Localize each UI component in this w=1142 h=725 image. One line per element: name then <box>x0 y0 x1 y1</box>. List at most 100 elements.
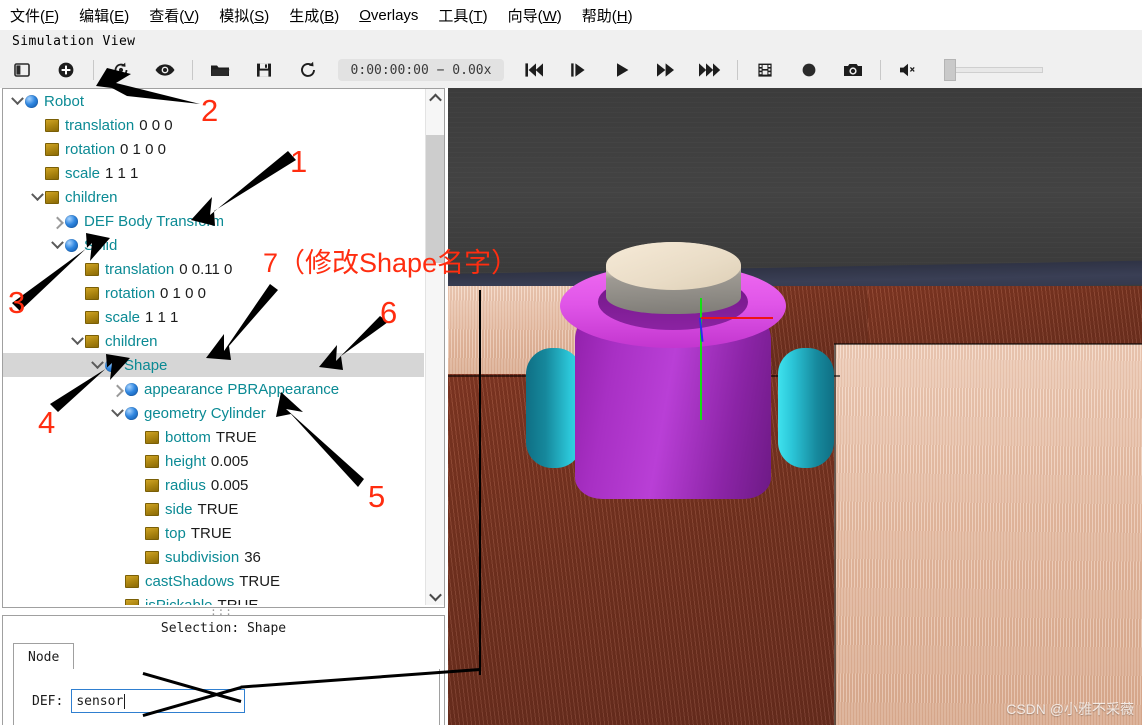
robot-wheel-left <box>526 348 582 468</box>
tree-row-12[interactable]: Shape <box>3 353 424 377</box>
fast-forward-icon[interactable] <box>651 56 681 84</box>
scene-tree-scrollbar[interactable] <box>425 89 444 605</box>
node-sphere-icon <box>65 214 78 228</box>
tree-row-value: 0 1 0 0 <box>120 140 166 158</box>
tree-row-17[interactable]: radius 0.005 <box>3 473 424 497</box>
volume-slider[interactable] <box>944 59 1043 81</box>
chevron-down-icon[interactable] <box>109 401 125 425</box>
menu-item-8[interactable]: 向导(W) <box>499 3 571 28</box>
annotation-7: 7（修改Shape名字） <box>263 248 519 278</box>
tree-row-19[interactable]: top TRUE <box>3 521 424 545</box>
chevron-down-icon[interactable] <box>89 353 105 377</box>
tree-row-value: 0.005 <box>210 452 249 470</box>
movie-record-icon[interactable] <box>750 56 780 84</box>
menu-item-7[interactable]: 工具(T) <box>429 3 496 28</box>
robot-wheel-right <box>778 348 834 468</box>
volume-slider-track[interactable] <box>956 67 1043 73</box>
menu-item-1[interactable]: 文件(F) <box>1 3 68 28</box>
rewind-icon[interactable] <box>519 56 549 84</box>
reload-world-icon[interactable] <box>106 56 136 84</box>
volume-slider-handle[interactable] <box>944 59 956 81</box>
tree-row-3[interactable]: rotation 0 1 0 0 <box>3 137 424 161</box>
tree-row-4[interactable]: scale 1 1 1 <box>3 161 424 185</box>
field-cube-icon <box>45 166 59 180</box>
chevron-right-icon[interactable] <box>49 209 65 233</box>
step-icon[interactable] <box>563 56 593 84</box>
tree-row-label: subdivision <box>165 548 240 566</box>
annotation-3: 3 <box>8 285 26 320</box>
axis-x-red <box>701 317 773 319</box>
tree-row-11[interactable]: children <box>3 329 424 353</box>
tree-row-value: TRUE <box>215 428 257 446</box>
reset-simulation-icon[interactable] <box>293 56 323 84</box>
screenshot-camera-icon[interactable] <box>838 56 868 84</box>
run-icon[interactable] <box>695 56 725 84</box>
tree-row-label: Solid <box>84 236 118 254</box>
tree-row-21[interactable]: castShadows TRUE <box>3 569 424 593</box>
tree-row-value: 36 <box>244 548 261 566</box>
record-dot-icon[interactable] <box>794 56 824 84</box>
tree-row-label: side <box>165 500 193 518</box>
add-node-icon[interactable] <box>51 56 81 84</box>
tree-row-6[interactable]: DEF Body Transform <box>3 209 424 233</box>
node-sphere-icon <box>125 382 138 396</box>
simulation-toolbar: 0:00:00:00 − 0.00x <box>0 52 1142 88</box>
tree-row-value: TRUE <box>239 572 281 590</box>
scrollbar-up-arrow[interactable] <box>426 89 444 107</box>
tree-row-15[interactable]: bottom TRUE <box>3 425 424 449</box>
selection-title: Selection: Shape <box>160 620 287 636</box>
tree-row-22[interactable]: isPickable TRUE <box>3 593 424 605</box>
menu-item-9[interactable]: 帮助(H) <box>573 3 642 28</box>
tree-row-9[interactable]: rotation 0 1 0 0 <box>3 281 424 305</box>
menu-item-4[interactable]: 模拟(S) <box>210 3 278 28</box>
play-icon[interactable] <box>607 56 637 84</box>
chevron-right-icon[interactable] <box>109 377 125 401</box>
open-world-icon[interactable] <box>205 56 235 84</box>
chevron-down-icon[interactable] <box>49 233 65 257</box>
toolbar-separator <box>880 60 881 80</box>
tree-row-20[interactable]: subdivision 36 <box>3 545 424 569</box>
tree-row-14[interactable]: geometry Cylinder <box>3 401 424 425</box>
tree-row-10[interactable]: scale 1 1 1 <box>3 305 424 329</box>
field-cube-icon <box>145 430 159 444</box>
scene-tree-panel[interactable]: Robot translation 0 0 0 rotation 0 1 0 0 scal… <box>2 88 445 608</box>
annotation-4: 4 <box>38 405 56 440</box>
field-cube-icon <box>125 598 139 605</box>
tree-row-label: height <box>165 452 206 470</box>
menu-item-3[interactable]: 查看(V) <box>140 3 208 28</box>
tree-row-label: Shape <box>124 356 168 374</box>
csdn-watermark: CSDN @小雅不采薇 <box>1006 701 1134 717</box>
menu-item-5[interactable]: 生成(B) <box>280 3 348 28</box>
simulation-3d-viewport[interactable]: CSDN @小雅不采薇 <box>448 88 1142 725</box>
chevron-down-icon[interactable] <box>29 185 45 209</box>
tree-row-18[interactable]: side TRUE <box>3 497 424 521</box>
tree-row-5[interactable]: children <box>3 185 424 209</box>
tree-row-label: radius <box>165 476 206 494</box>
tree-row-13[interactable]: appearance PBRAppearance <box>3 377 424 401</box>
save-world-icon[interactable] <box>249 56 279 84</box>
tree-row-16[interactable]: height 0.005 <box>3 449 424 473</box>
menu-item-6[interactable]: Overlays <box>350 5 427 26</box>
def-input-value: sensor <box>76 693 124 709</box>
node-sphere-icon <box>25 94 38 108</box>
tab-node[interactable]: Node <box>13 643 75 670</box>
tree-row-label: castShadows <box>145 572 235 590</box>
menu-item-2[interactable]: 编辑(E) <box>70 3 138 28</box>
chevron-down-icon[interactable] <box>69 329 85 353</box>
eye-visibility-icon[interactable] <box>150 56 180 84</box>
field-cube-icon <box>45 142 59 156</box>
scene-tree-list[interactable]: Robot translation 0 0 0 rotation 0 1 0 0 scal… <box>3 89 424 605</box>
scrollbar-down-arrow[interactable] <box>426 587 444 605</box>
tree-row-value: 0 0.11 0 <box>179 260 233 278</box>
sound-muted-icon[interactable] <box>893 56 923 84</box>
toggle-sidebar-icon[interactable] <box>7 56 37 84</box>
chevron-down-icon[interactable] <box>9 89 25 113</box>
scrollbar-thumb[interactable] <box>426 135 444 263</box>
